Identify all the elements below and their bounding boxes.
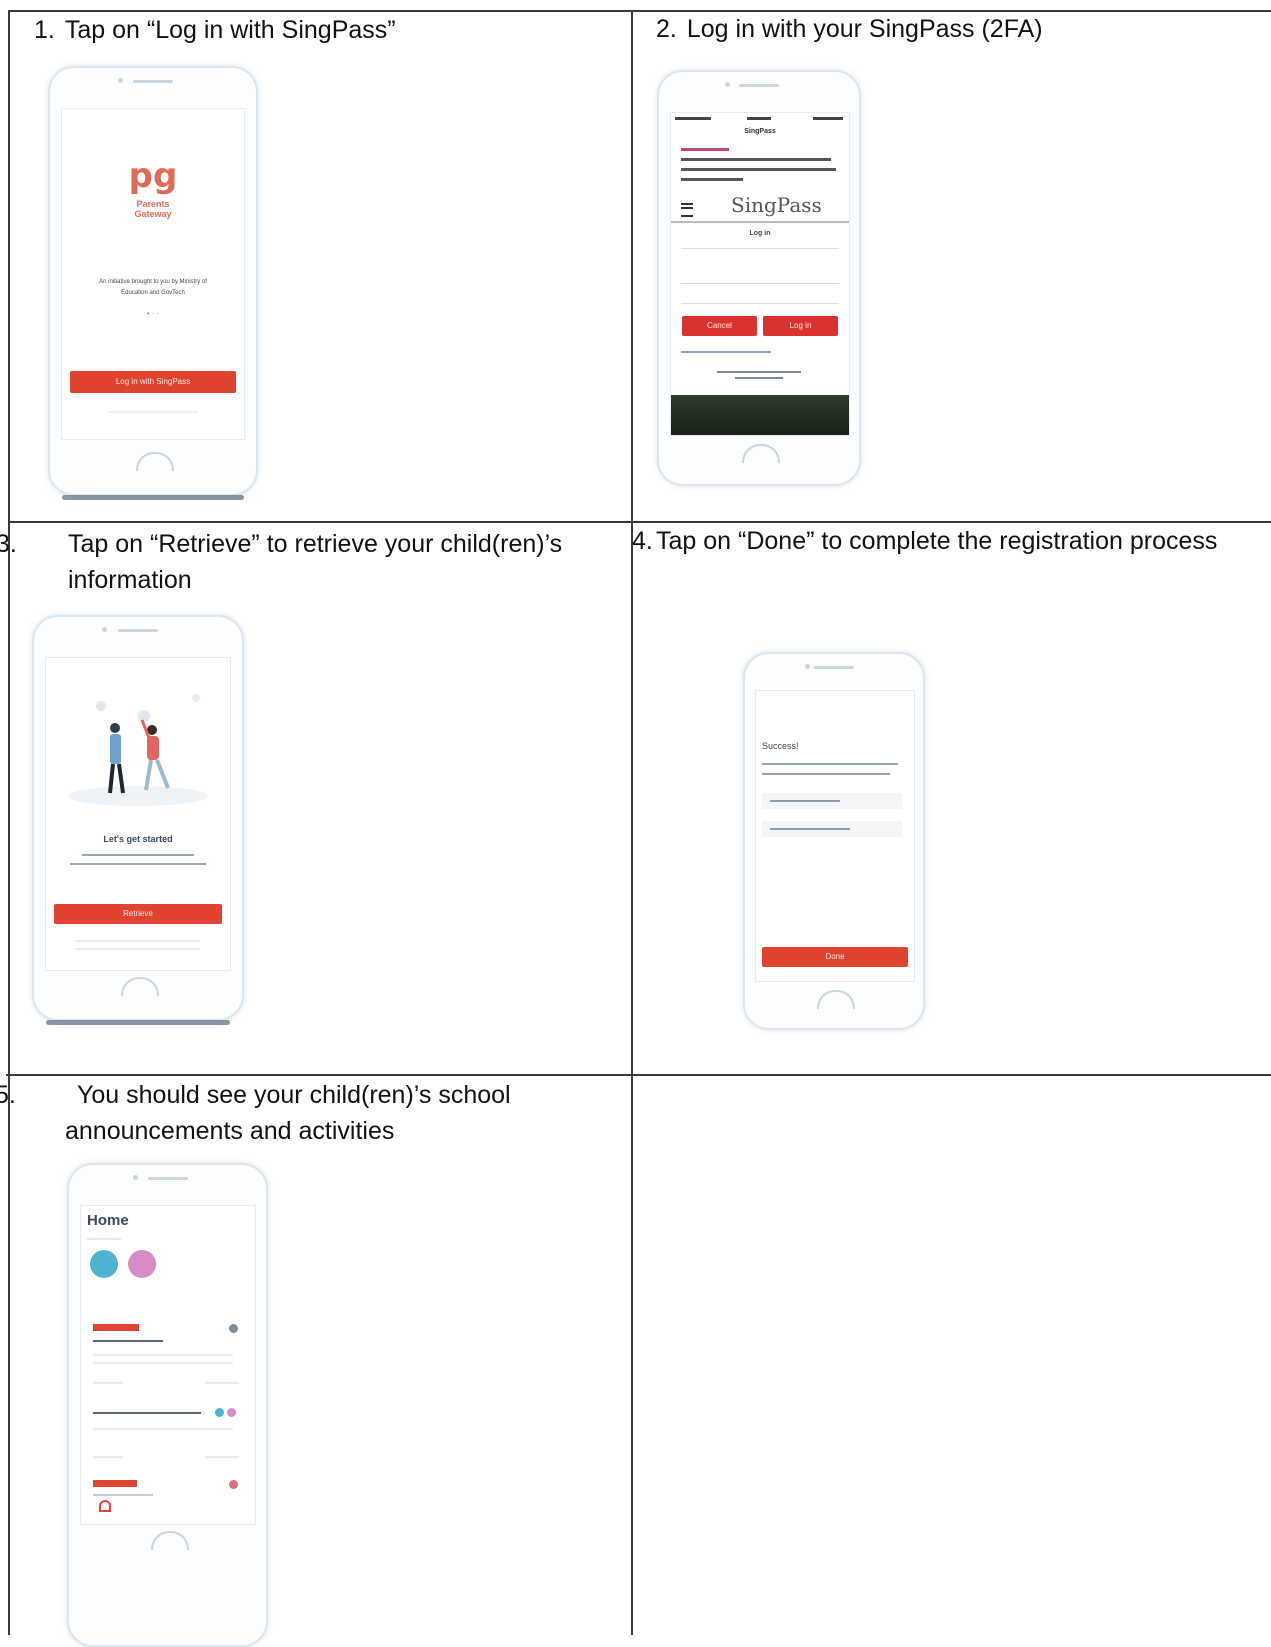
- logo-text-line2: Gateway: [134, 209, 172, 219]
- illustration-ground: [68, 786, 208, 806]
- logo-mark: pg: [128, 156, 178, 196]
- step-3-caption: 3. Tap on “Retrieve” to retrieve your chi…: [0, 526, 658, 598]
- child-record-row: [762, 793, 902, 809]
- step-text: Tap on “Retrieve” to retrieve your child…: [68, 530, 563, 594]
- person-2-leg: [155, 759, 170, 789]
- phone-1-mockup: pg Parents Gateway An initiative brought…: [48, 66, 258, 500]
- step-number: 3.: [0, 530, 17, 558]
- home-screen: Home: [80, 1205, 256, 1525]
- step-text: Tap on “Log in with SingPass”: [64, 16, 396, 44]
- phone-4-mockup: Success! Done: [743, 652, 925, 1030]
- hamburger-menu-icon[interactable]: [681, 203, 693, 217]
- phone-5-mockup: Home: [67, 1163, 268, 1647]
- unread-indicator: [229, 1324, 238, 1333]
- announcement-tag: [93, 1480, 137, 1487]
- phone-3-mockup: Let's get started Retrieve: [32, 615, 244, 1025]
- activity-child-dot-teal: [215, 1408, 224, 1417]
- step-4-caption: 4. Tap on “Done” to complete the registra…: [632, 527, 1218, 555]
- illustration-dot: [96, 701, 106, 711]
- retrieve-screen: Let's get started Retrieve: [45, 657, 231, 971]
- singpass-login-screen: SingPass SingPass Log in Cancel Log in: [670, 112, 850, 436]
- logo-text-line1: Parents: [136, 199, 170, 209]
- home-button: [742, 444, 780, 463]
- step-5-caption: 5. You should see your child(ren)’s schoo…: [0, 1077, 625, 1149]
- people-waving-illustration: [68, 694, 208, 806]
- password-field[interactable]: [681, 303, 839, 304]
- person-2-leg: [144, 759, 153, 791]
- step-text: You should see your child(ren)’s school …: [65, 1081, 511, 1145]
- step-text: Tap on “Done” to complete the registrati…: [656, 527, 1218, 555]
- step-text: Log in with your SingPass (2FA): [686, 15, 1043, 43]
- child-avatar-pink[interactable]: [128, 1250, 156, 1278]
- log-in-heading: Log in: [749, 230, 771, 237]
- home-button: [121, 977, 159, 996]
- table-left-border: [8, 10, 10, 1635]
- illustration-dot: [138, 710, 150, 722]
- unread-indicator: [229, 1480, 238, 1489]
- child-record-row: [762, 821, 902, 837]
- table-row-divider-2: [6, 1074, 1271, 1076]
- activity-title[interactable]: [93, 1412, 201, 1414]
- done-button[interactable]: Done: [762, 947, 908, 967]
- step-number: 2.: [656, 15, 677, 43]
- step-2-caption: 2. Log in with your SingPass (2FA): [656, 11, 1256, 47]
- child-avatar-teal[interactable]: [90, 1250, 118, 1278]
- secondary-link-placeholder: [108, 411, 198, 413]
- status-bar: [671, 113, 849, 123]
- home-title: Home: [87, 1212, 129, 1229]
- home-button: [136, 452, 174, 471]
- pager-dots: • · ·: [146, 309, 160, 318]
- initiative-tagline: An initiative brought to you by Ministry…: [99, 279, 207, 296]
- step-number: 5.: [0, 1081, 16, 1109]
- success-screen: Success! Done: [755, 690, 915, 982]
- step-number: 1.: [34, 16, 55, 44]
- illustration-dot: [192, 694, 200, 702]
- notice-heading: [681, 148, 729, 151]
- person-2-body: [147, 736, 159, 760]
- person-1-head: [110, 723, 120, 733]
- forgot-password-link[interactable]: [681, 351, 771, 353]
- activity-child-dot-pink: [227, 1408, 236, 1417]
- singpass-header-title: SingPass: [744, 128, 776, 135]
- announcement-tag: [93, 1324, 139, 1331]
- singpass-id-underline: [681, 283, 839, 284]
- bottom-nav-home-icon[interactable]: [99, 1500, 111, 1512]
- parents-gateway-logo: pg Parents Gateway: [62, 159, 244, 219]
- log-in-with-singpass-button[interactable]: Log in with SingPass: [70, 371, 236, 393]
- singpass-id-field[interactable]: [681, 248, 839, 249]
- footer-banner: [671, 395, 849, 435]
- lets-get-started-heading: Let's get started: [103, 834, 173, 844]
- success-heading: Success!: [762, 741, 799, 751]
- cancel-button[interactable]: Cancel: [682, 316, 757, 336]
- singpass-logo: SingPass: [731, 193, 822, 217]
- phone-2-mockup: SingPass SingPass Log in Cancel Log in: [657, 70, 861, 486]
- home-button: [817, 990, 855, 1009]
- announcement-title[interactable]: [93, 1340, 163, 1342]
- person-1-body: [110, 734, 121, 764]
- retrieve-button[interactable]: Retrieve: [54, 904, 222, 924]
- step-1-caption: 1. Tap on “Log in with SingPass”: [34, 12, 614, 48]
- singpass-log-in-button[interactable]: Log in: [763, 316, 838, 336]
- table-column-divider: [631, 10, 633, 1635]
- parents-gateway-login-screen: pg Parents Gateway An initiative brought…: [61, 108, 245, 440]
- home-button: [150, 1531, 189, 1550]
